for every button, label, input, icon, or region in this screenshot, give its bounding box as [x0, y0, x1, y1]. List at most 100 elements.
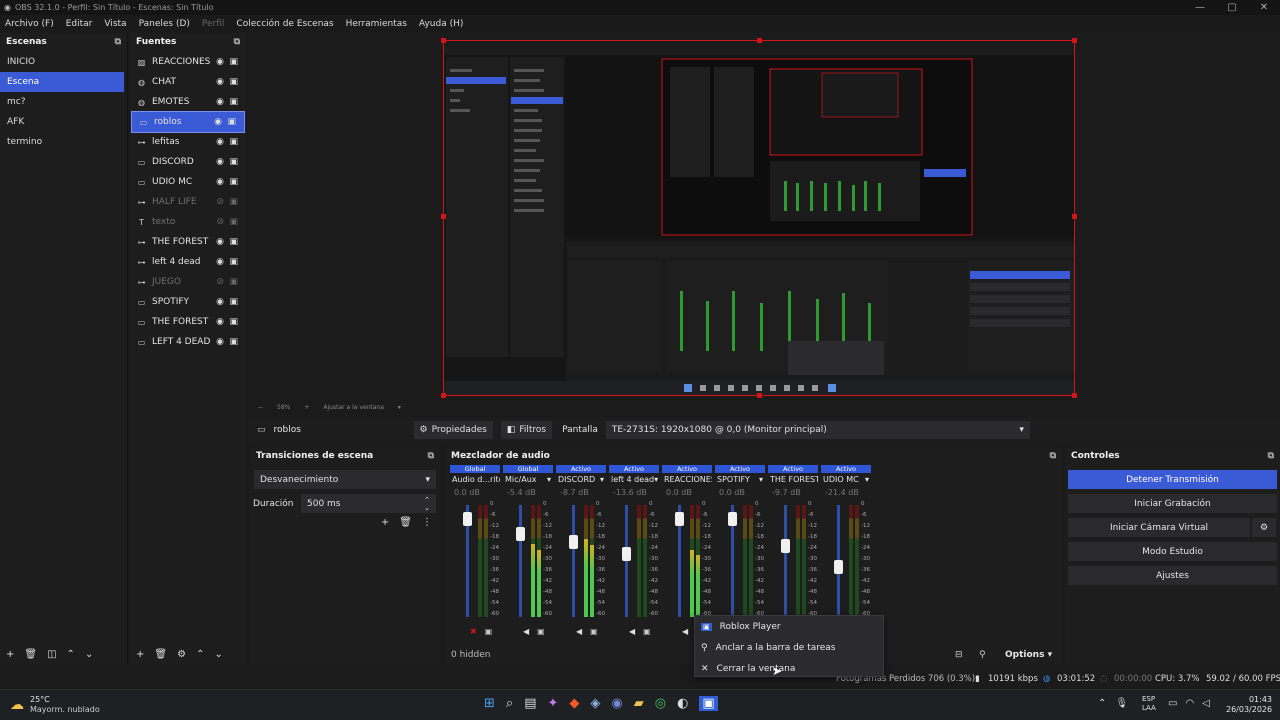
move-up-icon[interactable]: ⌃ — [67, 649, 75, 660]
clock[interactable]: 01:43 26/03/2026 — [1226, 695, 1272, 715]
volume-slider-handle[interactable] — [728, 512, 737, 526]
start-recording-button[interactable]: Iniciar Grabación — [1068, 494, 1277, 513]
lock-icon[interactable]: ▣ — [229, 197, 238, 207]
channel-config-icon[interactable]: ▣ — [643, 627, 651, 636]
volume-slider-track[interactable] — [784, 505, 787, 617]
language-indicator[interactable]: ESP LAA — [1142, 695, 1156, 713]
resize-handle[interactable] — [441, 214, 446, 219]
menu-editar[interactable]: Editar — [66, 19, 93, 29]
channel-config-icon[interactable]: ▣ — [590, 627, 598, 636]
resize-handle[interactable] — [441, 393, 446, 398]
lock-icon[interactable]: ▣ — [229, 277, 238, 287]
layout-icon[interactable]: ⊟ — [955, 650, 963, 660]
maximize-icon[interactable]: ▢ — [1216, 0, 1248, 15]
source-item[interactable]: ▭ THE FOREST ◉ ▣ — [130, 312, 246, 332]
source-item[interactable]: ▭ LEFT 4 DEAD ◉ ▣ — [130, 332, 246, 352]
transition-select[interactable]: Desvanecimiento ▾ — [254, 470, 436, 489]
channel-name-row[interactable]: Audio d...ritorio▾ — [450, 475, 500, 484]
folder-icon[interactable]: ▰ — [634, 696, 644, 711]
options-button[interactable]: Options ▾ — [1005, 650, 1052, 660]
resize-handle[interactable] — [1072, 38, 1077, 43]
dock-float-icon[interactable]: ⧉ — [234, 37, 240, 47]
menu-ayuda[interactable]: Ayuda (H) — [419, 19, 463, 29]
zoom-out-icon[interactable]: − — [258, 404, 263, 411]
scene-item[interactable]: termino — [0, 132, 127, 152]
scene-item[interactable]: mc? — [0, 92, 127, 112]
source-item[interactable]: ⊶ lefitas ◉ ▣ — [130, 132, 246, 152]
resize-handle[interactable] — [757, 38, 762, 43]
menu-archivo[interactable]: Archivo (F) — [5, 19, 54, 29]
channel-name-row[interactable]: THE FOREST▾ — [768, 475, 818, 484]
source-item[interactable]: ▭ SPOTIFY ◉ ▣ — [130, 292, 246, 312]
volume-slider-handle[interactable] — [622, 547, 631, 561]
source-item[interactable]: ⊶ THE FOREST ◉ ▣ — [130, 232, 246, 252]
dock-float-icon[interactable]: ⧉ — [1050, 451, 1056, 461]
windows-start-icon[interactable]: ⊞ — [484, 696, 495, 711]
lock-icon[interactable]: ▣ — [229, 317, 238, 327]
dock-float-icon[interactable]: ⧉ — [115, 37, 121, 47]
source-item[interactable]: Ttexto ⊘ ▣ — [130, 212, 246, 232]
source-item[interactable]: ⊶ HALF LIFE ⊘ ▣ — [130, 192, 246, 212]
eye-icon[interactable]: ◉ — [216, 57, 224, 67]
eye-icon[interactable]: ◉ — [214, 117, 222, 127]
lock-icon[interactable]: ▣ — [229, 297, 238, 307]
trash-icon[interactable]: 🗑 — [24, 649, 37, 660]
volume-slider-handle[interactable] — [834, 560, 843, 574]
menu-herramientas[interactable]: Herramientas — [346, 19, 407, 29]
move-up-icon[interactable]: ⌃ — [196, 649, 204, 660]
scene-filter-icon[interactable]: ◫ — [47, 649, 56, 660]
volume-slider-handle[interactable] — [569, 535, 578, 549]
lock-icon[interactable]: ▣ — [229, 137, 238, 147]
menu-coleccion[interactable]: Colección de Escenas — [236, 19, 333, 29]
lock-icon[interactable]: ▣ — [229, 57, 238, 67]
source-item[interactable]: ▭ DISCORD ◉ ▣ — [130, 152, 246, 172]
trash-icon[interactable]: 🗑 — [154, 649, 167, 660]
channel-config-icon[interactable]: ▣ — [485, 627, 493, 636]
chevron-down-icon[interactable]: ▾ — [398, 404, 401, 411]
lock-icon[interactable]: ▣ — [229, 257, 238, 267]
resize-handle[interactable] — [441, 38, 446, 43]
menu-item-roblox-player[interactable]: ▣ Roblox Player — [695, 616, 883, 637]
minimize-icon[interactable]: — — [1184, 0, 1216, 15]
dock-float-icon[interactable]: ⧉ — [428, 451, 434, 461]
menu-item-close-window[interactable]: ✕ Cerrar la ventana — [695, 658, 883, 679]
task-view-icon[interactable]: ▤ — [524, 696, 536, 711]
eye-icon[interactable]: ◉ — [216, 137, 224, 147]
volume-slider-handle[interactable] — [463, 512, 472, 526]
gear-icon[interactable]: ⚙ — [177, 649, 186, 660]
scene-item[interactable]: Escena — [0, 72, 124, 92]
move-down-icon[interactable]: ⌄ — [85, 649, 93, 660]
start-virtual-camera-button[interactable]: Iniciar Cámara Virtual — [1068, 518, 1250, 537]
mic-icon[interactable]: 🎙 — [1115, 698, 1128, 709]
eye-slash-icon[interactable]: ⊘ — [216, 217, 224, 227]
discord-icon[interactable]: ◉ — [611, 696, 622, 711]
lock-icon[interactable]: ▣ — [229, 77, 238, 87]
eye-icon[interactable]: ◉ — [216, 157, 224, 167]
virtual-camera-config-button[interactable]: ⚙ — [1252, 518, 1276, 537]
scene-item[interactable]: AFK — [0, 112, 127, 132]
lock-icon[interactable]: ▣ — [229, 177, 238, 187]
channel-name-row[interactable]: UDIO MC ▾ — [821, 475, 871, 484]
stop-streaming-button[interactable]: Detener Transmisión — [1068, 470, 1277, 489]
scene-item[interactable]: INICIO — [0, 52, 127, 72]
source-item[interactable]: ◍ CHAT ◉ ▣ — [130, 72, 246, 92]
weather-widget[interactable]: ☁ 25°C Mayorm. nublado — [10, 695, 100, 715]
menu-perfil[interactable]: Perfil — [202, 19, 225, 29]
speaker-icon[interactable]: ◀ — [523, 627, 529, 636]
filters-button[interactable]: ◧ Filtros — [500, 421, 553, 439]
eye-icon[interactable]: ◉ — [216, 77, 224, 87]
chevron-up-icon[interactable]: ⌃ — [1098, 698, 1106, 709]
zoom-in-icon[interactable]: + — [304, 404, 309, 411]
menu-paneles[interactable]: Paneles (D) — [139, 19, 190, 29]
lock-icon[interactable]: ▣ — [229, 237, 238, 247]
steam-icon[interactable]: ◈ — [590, 696, 600, 711]
speaker-icon[interactable]: ◀ — [629, 627, 635, 636]
copilot-icon[interactable]: ✦ — [547, 696, 558, 711]
move-down-icon[interactable]: ⌄ — [214, 649, 222, 660]
eye-icon[interactable]: ◉ — [216, 317, 224, 327]
eye-icon[interactable]: ◉ — [216, 337, 224, 347]
channel-config-icon[interactable]: ▣ — [537, 627, 545, 636]
speaker-muted-icon[interactable]: ✖ — [470, 627, 477, 636]
search-icon[interactable]: ⌕ — [506, 696, 513, 711]
channel-name-row[interactable]: Mic/Aux ▾ — [503, 475, 553, 484]
